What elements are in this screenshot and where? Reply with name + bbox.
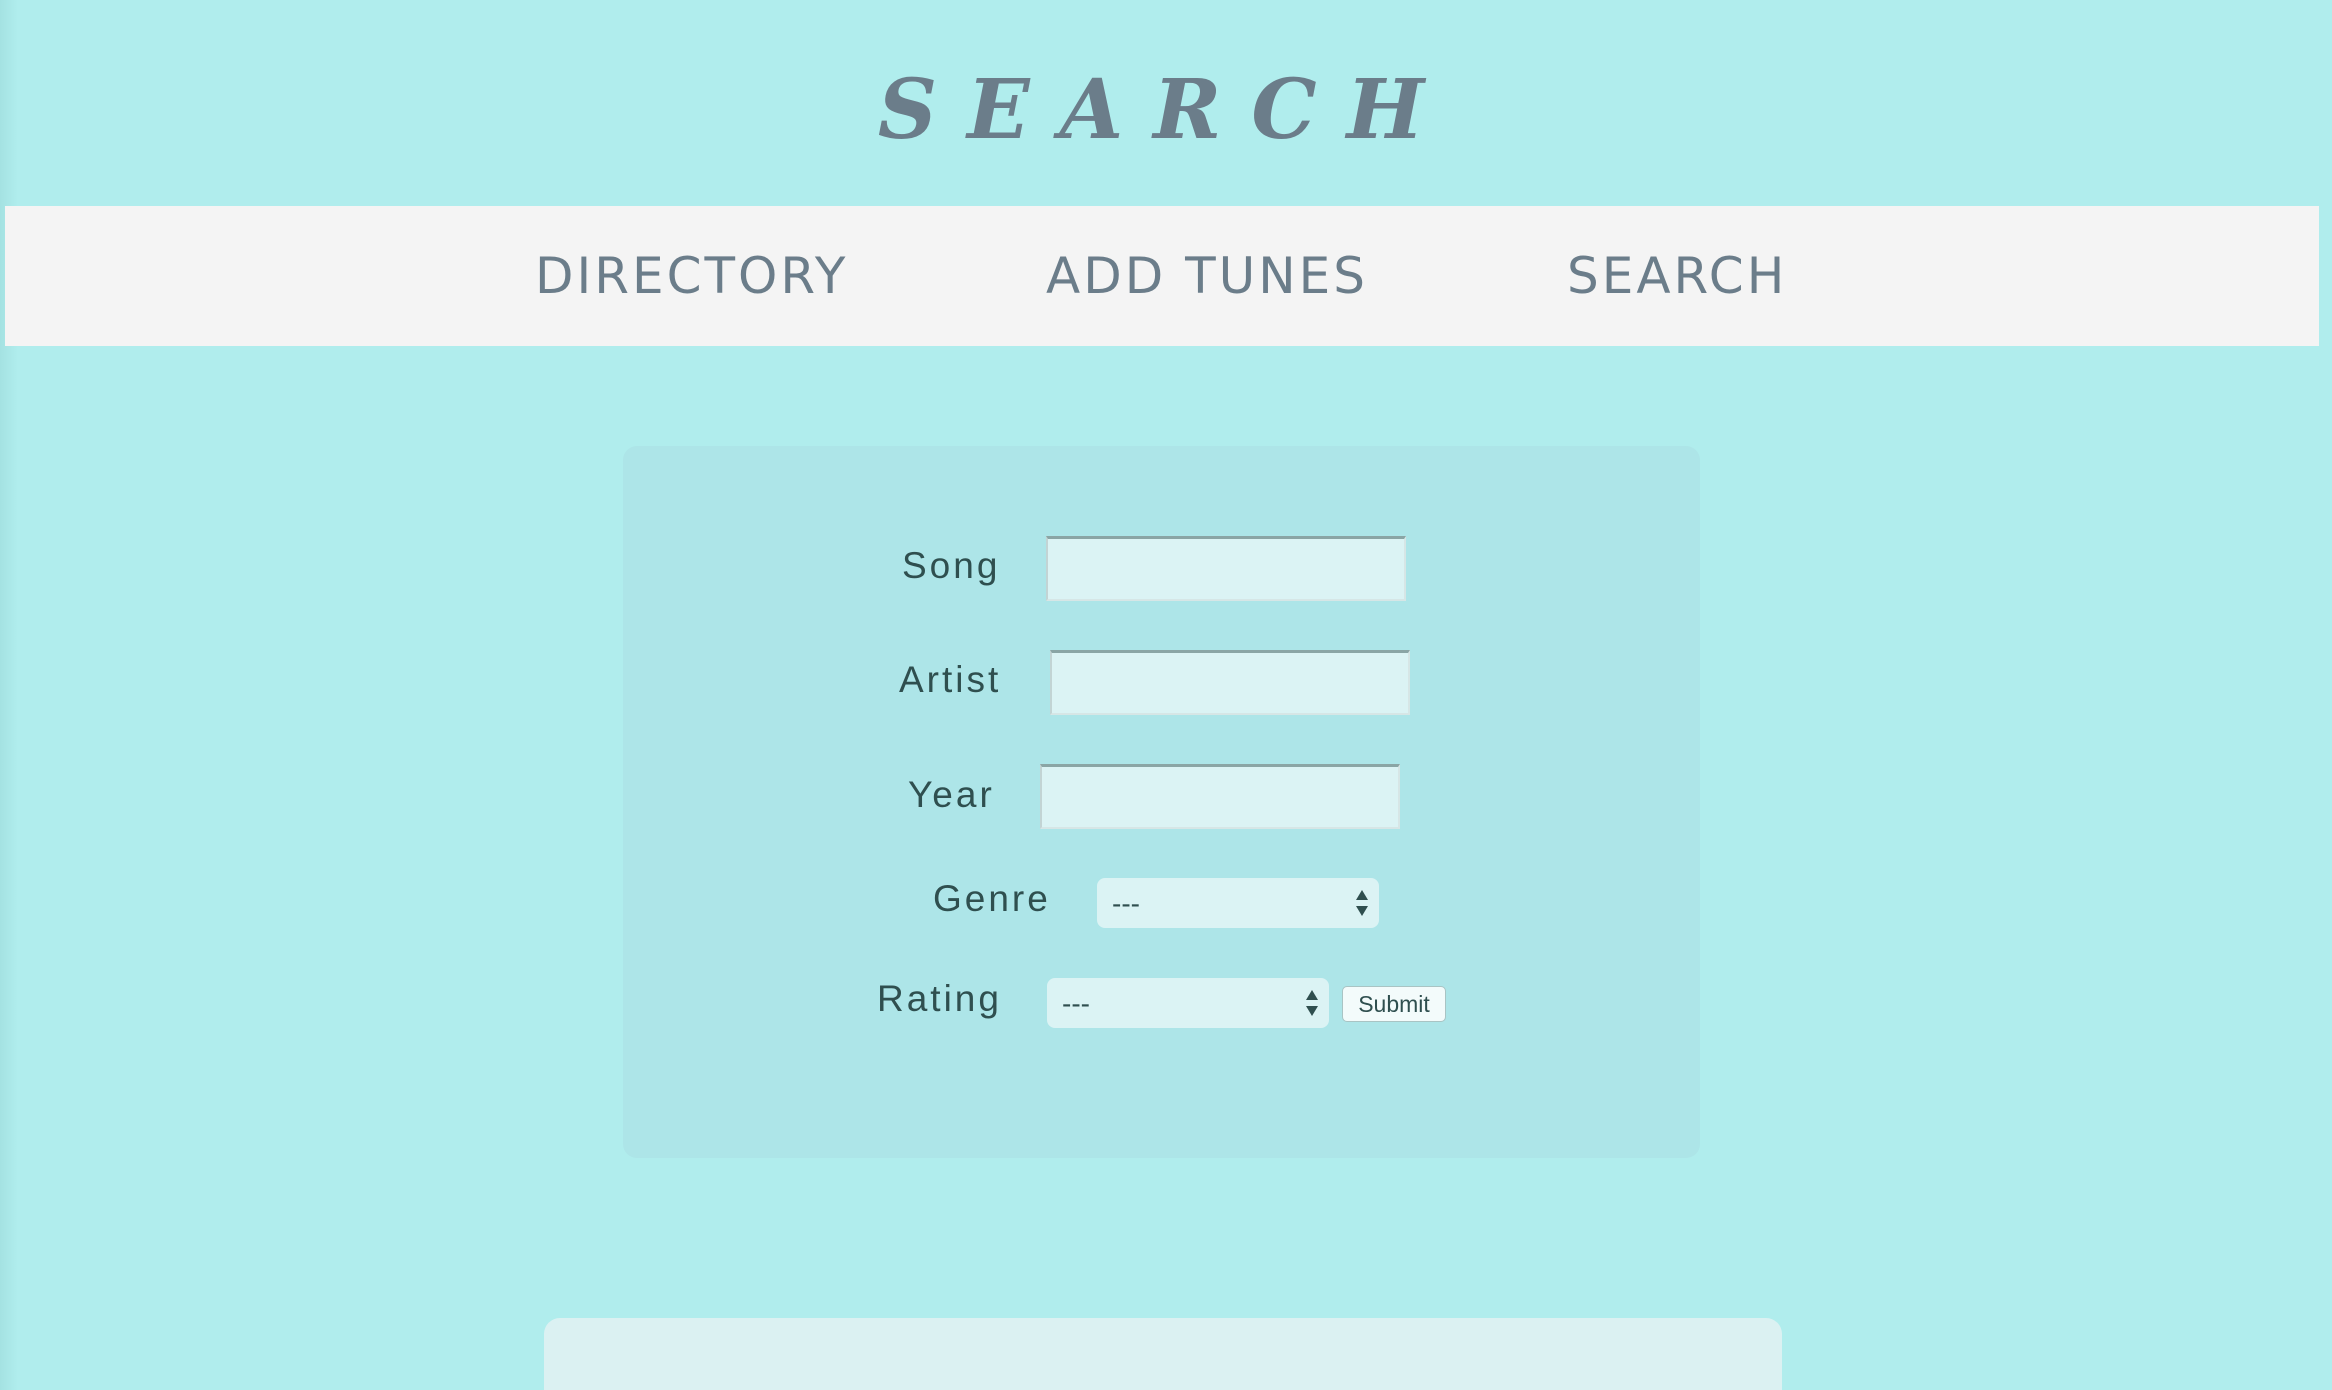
rating-label: Rating xyxy=(877,978,1002,1019)
navbar: DIRECTORY ADD TUNES SEARCH xyxy=(5,206,2319,346)
genre-label: Genre xyxy=(933,878,1051,919)
nav-link-directory[interactable]: DIRECTORY xyxy=(535,206,848,346)
page: SEARCH DIRECTORY ADD TUNES SEARCH Song A… xyxy=(0,0,2332,1390)
song-label: Song xyxy=(902,545,1001,586)
genre-select-value: --- xyxy=(1112,888,1140,919)
year-label: Year xyxy=(908,774,995,815)
page-title: SEARCH xyxy=(877,62,1455,158)
rating-select[interactable]: --- xyxy=(1047,978,1329,1028)
submit-button[interactable]: Submit xyxy=(1342,986,1446,1022)
song-input[interactable] xyxy=(1046,536,1406,601)
up-down-arrows-icon xyxy=(1356,890,1368,916)
artist-input[interactable] xyxy=(1050,650,1410,715)
nav-link-add-tunes[interactable]: ADD TUNES xyxy=(1046,206,1368,346)
year-input[interactable] xyxy=(1040,764,1400,829)
results-panel xyxy=(544,1318,1782,1390)
nav-link-search[interactable]: SEARCH xyxy=(1567,206,1787,346)
artist-label: Artist xyxy=(899,659,1002,700)
genre-select[interactable]: --- xyxy=(1097,878,1379,928)
up-down-arrows-icon xyxy=(1306,990,1318,1016)
rating-select-value: --- xyxy=(1062,988,1090,1019)
